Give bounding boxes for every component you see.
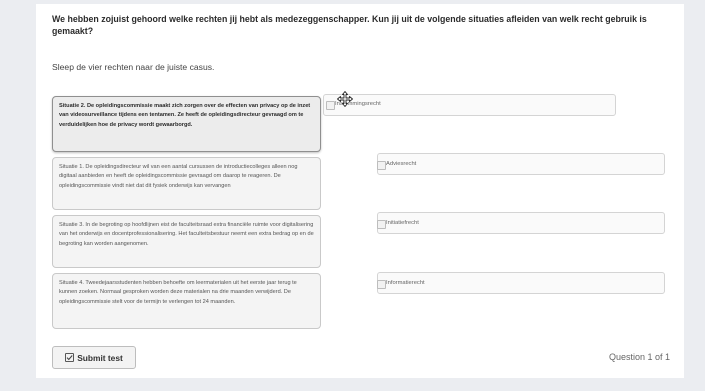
drag-handle[interactable] bbox=[377, 220, 386, 229]
situation-text: Situatie 1. De opleidingsdirecteur wil v… bbox=[59, 164, 298, 189]
instruction-text: Sleep de vier rechten naar de juiste cas… bbox=[52, 62, 215, 72]
drop-slot-3[interactable] bbox=[377, 212, 665, 234]
submit-label: Submit test bbox=[77, 352, 123, 363]
situation-text: Situatie 2. De opleidingscommissie maakt… bbox=[59, 103, 311, 128]
submit-test-button[interactable]: Submit test bbox=[52, 346, 136, 369]
question-card: We hebben zojuist gehoord welke rechten … bbox=[36, 4, 684, 378]
right-label-initiatiefrecht[interactable]: Initiatiefrecht bbox=[386, 220, 419, 226]
drag-handle[interactable] bbox=[377, 161, 386, 170]
situation-card-4[interactable]: Situatie 4. Tweedejaarsstudenten hebben … bbox=[52, 273, 321, 329]
move-cursor-icon bbox=[337, 91, 353, 107]
drop-slot-2[interactable] bbox=[377, 153, 665, 175]
drag-handle[interactable] bbox=[377, 280, 386, 289]
right-label-informatierecht[interactable]: Informatierecht bbox=[386, 280, 425, 286]
situation-card-1[interactable]: Situatie 1. De opleidingsdirecteur wil v… bbox=[52, 157, 321, 210]
right-label-adviesrecht[interactable]: Adviesrecht bbox=[386, 161, 416, 167]
question-progress: Question 1 of 1 bbox=[608, 352, 670, 362]
question-text: We hebben zojuist gehoord welke rechten … bbox=[52, 14, 647, 36]
situation-text: Situatie 4. Tweedejaarsstudenten hebben … bbox=[59, 280, 297, 305]
situation-text: Situatie 3. In de begroting op hoofdlijn… bbox=[59, 222, 314, 247]
situation-card-2[interactable]: Situatie 2. De opleidingscommissie maakt… bbox=[52, 96, 321, 152]
drag-handle[interactable] bbox=[326, 101, 335, 110]
situation-card-3[interactable]: Situatie 3. In de begroting op hoofdlijn… bbox=[52, 215, 321, 268]
checkbox-icon bbox=[65, 353, 75, 362]
